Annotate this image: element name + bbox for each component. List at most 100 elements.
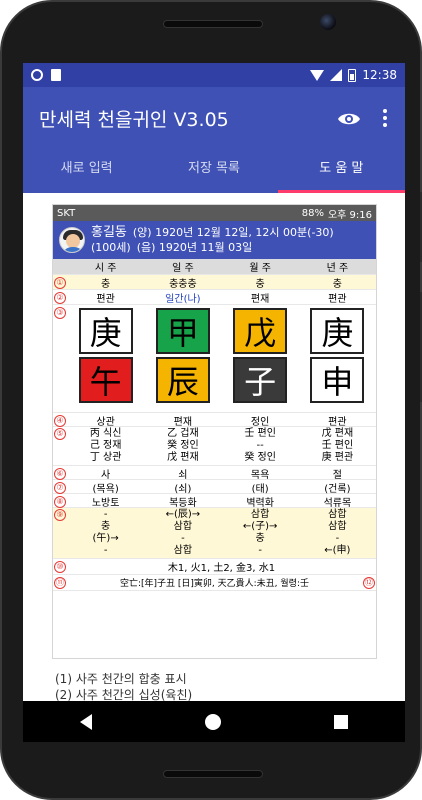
cell-self: 일간(나): [165, 294, 201, 305]
cell: 상관: [96, 417, 115, 428]
relations-year: 삼합 삼합 - ←(申): [299, 509, 376, 557]
cell: (목욕): [92, 484, 119, 495]
recents-icon[interactable]: [334, 714, 349, 729]
column-day: 일 주: [172, 263, 194, 274]
help-content[interactable]: SKT 88% 오후 9:16 홍길동 (양) 1920년 12월 12일, 1…: [23, 193, 405, 701]
year-pillar: 庚 申: [299, 305, 376, 406]
home-icon[interactable]: [204, 713, 221, 730]
row-11-gongmang: ⑪ 空亡:[年]子丑 [日]寅卯, 天乙貴人:未丑, 월령:壬 ⑫: [53, 575, 376, 591]
cell: 충: [255, 533, 265, 544]
cell: ←(子)→: [242, 521, 278, 532]
stem-box: 戊: [233, 308, 288, 354]
inner-time: 오후 9:16: [327, 209, 372, 221]
cell: 戊 편재: [167, 452, 199, 463]
row-2: ② 편관 일간(나) 편재 편관: [53, 290, 376, 305]
cell: 충: [255, 279, 265, 290]
column-month: 월 주: [249, 263, 271, 274]
cell: 충: [101, 279, 111, 290]
day-pillar: 甲 辰: [144, 305, 221, 406]
cell: 삼합: [328, 521, 347, 532]
battery-percent: 88%: [301, 207, 324, 219]
cell: 편관: [328, 417, 347, 428]
cell: (태): [251, 484, 269, 495]
cell: 충충충: [169, 279, 197, 290]
eye-icon[interactable]: [337, 110, 361, 126]
hidden-stems-hour: 丙 식신 己 정재 丁 상관: [67, 428, 144, 464]
overflow-menu-icon[interactable]: [381, 109, 389, 127]
embedded-screenshot: SKT 88% 오후 9:16 홍길동 (양) 1920년 12월 12일, 1…: [52, 204, 377, 659]
row-number: ⑨: [54, 509, 66, 521]
relations-hour: - 충 (午)→ -: [67, 509, 144, 557]
cell: 편관: [328, 294, 347, 305]
relations-month: 삼합 ←(子)→ 충 -: [222, 509, 299, 557]
cell: 편재: [250, 294, 270, 305]
row-number: ⑤: [54, 428, 66, 440]
cell: 삼합: [173, 521, 193, 532]
relations-day: ←(辰)→ 삼합 - 삼합: [144, 509, 221, 557]
note-1: (1) 사주 천간의 합충 표시: [55, 672, 187, 686]
row-number: ⑥: [54, 467, 66, 480]
tab-new-input[interactable]: 새로 입력: [23, 149, 150, 193]
phone-frame: 12:38 만세력 천을귀인 V3.05 새로 입력 저장 목록 도 움 말 S…: [0, 0, 422, 800]
stem-box: 庚: [310, 308, 365, 354]
wifi-icon: [310, 69, 325, 81]
cell: 壬 편인: [244, 428, 276, 439]
cell: 삼합: [173, 545, 193, 556]
tab-bar: 새로 입력 저장 목록 도 움 말: [23, 149, 405, 193]
person-header: 홍길동 (양) 1920년 12월 12일, 12시 00분(-30) (100…: [53, 221, 376, 259]
row-5-hidden-stems: ⑤ 丙 식신 己 정재 丁 상관 乙 겁재 癸 정인 戊 편재 壬 편인 --: [53, 427, 376, 466]
cell: 癸 정인: [167, 440, 199, 451]
bottom-speaker: [163, 770, 263, 778]
row-7: ⑦ (목욕) (쇠) (태) (건록): [53, 480, 376, 495]
column-header-row: 시 주 일 주 월 주 년 주: [53, 259, 376, 275]
cell: 삼합: [250, 509, 270, 520]
cell: ←(申): [324, 545, 351, 556]
cell: 편재: [173, 417, 193, 428]
row-number: ④: [54, 414, 66, 427]
row-number-12: ⑫: [363, 576, 375, 589]
gongmang-text: 空亡:[年]子丑 [日]寅卯, 天乙貴人:未丑, 월령:壬: [119, 579, 309, 589]
row-number: ⑦: [54, 481, 66, 494]
column-hour: 시 주: [94, 263, 117, 274]
hidden-stems-day: 乙 겁재 癸 정인 戊 편재: [144, 428, 221, 464]
tab-help[interactable]: 도 움 말: [278, 149, 405, 193]
stem-box: 甲: [155, 308, 210, 354]
cell: -: [103, 509, 108, 520]
branch-box: 午: [78, 357, 133, 403]
cell: 壬 편인: [321, 440, 354, 451]
cell: ←(辰)→: [165, 509, 201, 520]
note-2: (2) 사주 천간의 십성(육친): [55, 688, 193, 701]
cell: 절: [332, 470, 342, 481]
row-number: ①: [54, 276, 66, 289]
tab-saved-list[interactable]: 저장 목록: [150, 149, 277, 193]
cell: 쇠: [178, 470, 188, 481]
cell: -: [335, 533, 340, 544]
stem-box: 庚: [78, 308, 133, 354]
back-icon[interactable]: [79, 713, 92, 730]
hidden-stems-year: 戊 편재 壬 편인 庚 편관: [299, 428, 376, 464]
row-number: ②: [54, 291, 66, 304]
cell: 노방토: [91, 498, 120, 509]
cell: 己 정재: [89, 440, 122, 451]
cell: 乙 겁재: [167, 428, 199, 439]
cell: (쇠): [174, 484, 192, 495]
cell: 庚 편관: [321, 452, 354, 463]
row-number: ③: [54, 307, 66, 319]
person-name: 홍길동: [91, 225, 127, 240]
branch-box: 申: [310, 357, 365, 403]
cell: 충: [332, 279, 342, 290]
cell: 사: [101, 470, 111, 481]
cell: 석류목: [323, 498, 352, 509]
cell: -: [258, 545, 262, 556]
row-number: ⑧: [54, 495, 66, 508]
cell: 벽력화: [246, 498, 274, 509]
cell: -: [103, 545, 108, 556]
cell: 충: [101, 521, 111, 532]
row-6: ⑥ 사 쇠 목욕 절: [53, 466, 376, 481]
status-time: 12:38: [362, 68, 397, 82]
row-3-pillars: ③ 庚 午 甲 辰 戊 子 庚 申: [53, 305, 376, 413]
help-notes: (1) 사주 천간의 합충 표시 (2) 사주 천간의 십성(육친): [55, 671, 192, 701]
person-age: (100세): [91, 241, 131, 254]
lunar-date: (음) 1920년 11월 03일: [136, 241, 253, 254]
cell: 편관: [96, 294, 115, 305]
